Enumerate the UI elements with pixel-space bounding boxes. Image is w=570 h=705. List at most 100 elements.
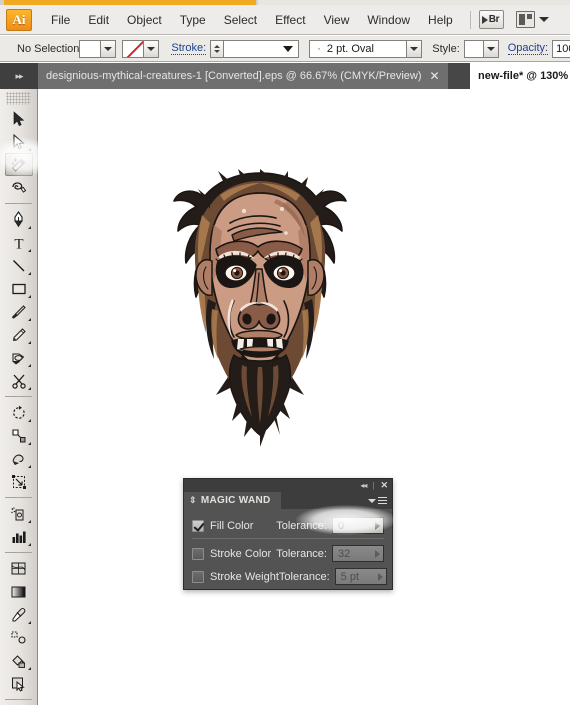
stroke-weight-tolerance-label: Tolerance:: [278, 570, 330, 583]
tool-lasso[interactable]: [5, 176, 33, 199]
stroke-weight-tolerance-field[interactable]: 5 pt: [334, 568, 387, 585]
gradient-icon: [11, 586, 26, 597]
illustrator-window: Ai File Edit Object Type Select Effect V…: [0, 0, 570, 705]
lasso-icon: [11, 181, 26, 193]
tool-pen[interactable]: [5, 208, 33, 231]
chevron-down-icon: [104, 46, 113, 51]
stroke-color-tolerance-field[interactable]: 32: [332, 545, 384, 562]
tool-rectangle[interactable]: [5, 277, 33, 300]
close-icon[interactable]: ✕: [430, 70, 440, 82]
fill-swatch[interactable]: [79, 39, 102, 58]
workspace-switcher-button[interactable]: [516, 11, 550, 28]
brush-definition-control[interactable]: · 2 pt. Oval: [309, 39, 423, 58]
stroke-color-checkbox[interactable]: [192, 547, 204, 560]
stroke-weight-checkbox[interactable]: [192, 570, 204, 583]
style-dropdown-button[interactable]: [483, 39, 499, 58]
menu-item-view[interactable]: View: [315, 10, 359, 30]
opacity-label[interactable]: Opacity:: [507, 42, 549, 55]
toolbox-divider: [5, 203, 32, 204]
warp-icon: [12, 454, 24, 465]
app-logo[interactable]: Ai: [6, 8, 32, 31]
stroke-weight-label[interactable]: Stroke:: [171, 42, 207, 55]
tool-eyedropper[interactable]: [5, 603, 33, 626]
document-tab-new-file[interactable]: new-file* @ 130%: [470, 63, 570, 89]
fill-color-label: Fill Color: [210, 519, 254, 532]
tool-free-transform[interactable]: [5, 470, 33, 493]
flyout-indicator-icon: [27, 543, 31, 546]
panel-title-bar[interactable]: ◂◂ | ✕: [184, 479, 392, 492]
stroke-weight-field[interactable]: [223, 39, 300, 58]
chevron-down-icon: [486, 46, 495, 51]
stroke-swatch-none[interactable]: [122, 39, 145, 58]
tool-gradient[interactable]: [5, 580, 33, 603]
brush-dropdown-button[interactable]: [407, 39, 423, 58]
tool-rotate[interactable]: [5, 401, 33, 424]
menu-item-window[interactable]: Window: [358, 10, 419, 30]
collapse-to-icons-icon[interactable]: ◂◂: [360, 481, 367, 490]
fill-dropdown-button[interactable]: [101, 39, 117, 58]
fill-tolerance-label: Tolerance:: [276, 519, 327, 532]
menu-item-effect[interactable]: Effect: [266, 10, 314, 30]
flyout-indicator-icon: [27, 272, 31, 275]
go-to-bridge-button[interactable]: Br: [478, 10, 505, 29]
panel-menu-icon[interactable]: [368, 497, 387, 504]
menu-item-file[interactable]: File: [42, 10, 79, 30]
tool-paintbrush[interactable]: [5, 300, 33, 323]
menu-item-edit[interactable]: Edit: [79, 10, 118, 30]
flyout-indicator-icon: [27, 249, 31, 252]
slider-arrow-icon[interactable]: [375, 521, 380, 530]
opacity-field[interactable]: 100: [552, 39, 570, 58]
tool-live-paint-selection[interactable]: [5, 672, 33, 695]
free-transform-icon: [11, 474, 26, 489]
tool-pencil[interactable]: [5, 323, 33, 346]
document-tab-label: designious-mythical-creatures-1 [Convert…: [46, 70, 422, 82]
tool-blend[interactable]: [5, 626, 33, 649]
flyout-indicator-icon: [27, 387, 31, 390]
tool-live-paint-bucket[interactable]: [5, 649, 33, 672]
type-T-icon: T: [14, 236, 23, 251]
tool-mesh[interactable]: [5, 557, 33, 580]
fill-color-control[interactable]: [79, 39, 117, 58]
tool-selection[interactable]: [5, 107, 33, 130]
tool-column-graph[interactable]: [5, 525, 33, 548]
toolbox-divider: [5, 396, 32, 397]
document-tab-eps[interactable]: designious-mythical-creatures-1 [Convert…: [38, 63, 448, 89]
flyout-indicator-icon: [27, 341, 31, 344]
brush-definition-field[interactable]: · 2 pt. Oval: [309, 39, 408, 58]
tool-scissors[interactable]: [5, 369, 33, 392]
fill-color-checkbox[interactable]: [192, 519, 204, 532]
style-label: Style:: [432, 42, 460, 55]
flyout-indicator-icon: [27, 667, 31, 670]
toolbox-gripper[interactable]: [6, 92, 31, 105]
tool-blob-brush[interactable]: [5, 346, 33, 369]
tool-scale[interactable]: [5, 424, 33, 447]
tool-magic-wand[interactable]: [4, 153, 33, 176]
slider-arrow-icon[interactable]: [377, 572, 383, 581]
graphic-style-swatch[interactable]: [463, 39, 484, 58]
tool-width-warp[interactable]: [5, 447, 33, 470]
menu-item-select[interactable]: Select: [215, 10, 266, 30]
menu-item-type[interactable]: Type: [171, 10, 215, 30]
tool-type[interactable]: T: [5, 231, 33, 254]
tool-symbol-sprayer[interactable]: [5, 502, 33, 525]
menu-item-object[interactable]: Object: [118, 10, 171, 30]
close-icon[interactable]: ✕: [380, 480, 388, 491]
panel-tab-grip-icon: ⇕: [189, 495, 197, 505]
tool-line-segment[interactable]: [5, 254, 33, 277]
stroke-dropdown-button[interactable]: [144, 39, 160, 58]
panel-divider: [192, 538, 384, 539]
panel-tab-magic-wand[interactable]: ⇕ MAGIC WAND: [184, 492, 281, 509]
document-canvas[interactable]: ◂◂ | ✕ ⇕ MAGIC WAND Fill Color Tolerance…: [38, 89, 570, 705]
graphic-style-control[interactable]: [463, 39, 499, 58]
stroke-weight-stepper[interactable]: [210, 39, 224, 58]
stroke-weight-control[interactable]: [210, 39, 300, 58]
stroke-color-control[interactable]: [122, 39, 160, 58]
fill-tolerance-field[interactable]: 0: [332, 517, 384, 534]
flyout-indicator-icon: [27, 295, 31, 298]
brush-definition-value: 2 pt. Oval: [326, 42, 374, 55]
artwork-bigfoot-head[interactable]: [148, 169, 373, 459]
menu-item-help[interactable]: Help: [419, 10, 462, 30]
slider-arrow-icon[interactable]: [375, 549, 380, 558]
panel-collapse-button[interactable]: ▸▸: [0, 63, 38, 89]
tool-direct-selection[interactable]: [5, 130, 33, 153]
